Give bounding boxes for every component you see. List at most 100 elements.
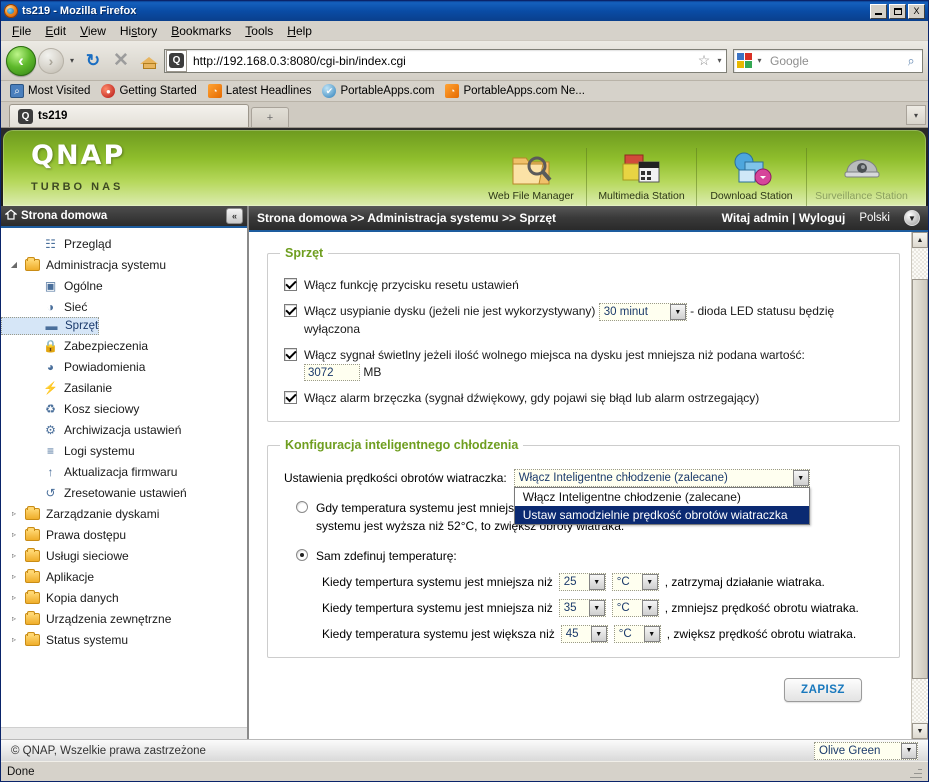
bookmark-portableapps-news[interactable]: ◔ PortableApps.com Ne... bbox=[441, 83, 588, 99]
menu-item-file[interactable]: FFileile bbox=[5, 22, 38, 40]
free-space-alert-checkbox[interactable] bbox=[284, 348, 297, 361]
sidebar-item-zarz-dzanie-dyskami[interactable]: ▹ Zarządzanie dyskami bbox=[1, 503, 247, 524]
expand-arrow-icon[interactable]: ◢ bbox=[9, 260, 19, 269]
tab-ts219[interactable]: Q ts219 bbox=[9, 104, 249, 127]
breadcrumb-path: Strona domowa >> Administracja systemu >… bbox=[257, 211, 556, 225]
temp-rule-value-select[interactable]: 45 ▼ bbox=[560, 625, 608, 644]
close-button[interactable]: X bbox=[908, 3, 925, 19]
firmware-update-icon: ↑ bbox=[47, 464, 54, 479]
url-input[interactable]: http://192.168.0.3:8080/cgi-bin/index.cg… bbox=[188, 54, 695, 68]
temp-rule-value-select[interactable]: 35 ▼ bbox=[558, 599, 606, 618]
bookmark-portableapps[interactable]: ✔ PortableApps.com bbox=[318, 83, 438, 99]
expand-arrow-icon[interactable]: ▹ bbox=[9, 593, 19, 602]
multimedia-icon bbox=[621, 148, 663, 188]
sidebar-item-administracja-systemu[interactable]: ◢ Administracja systemu bbox=[1, 254, 247, 275]
buzzer-checkbox[interactable] bbox=[284, 391, 297, 405]
sidebar-item-archiwizacja-ustawie[interactable]: ⚙ Archiwizacja ustawień bbox=[1, 419, 247, 440]
menu-item-view[interactable]: View bbox=[73, 22, 113, 40]
bookmark-most-visited[interactable]: ⌕ Most Visited bbox=[6, 83, 94, 99]
scrollbar-thumb[interactable] bbox=[912, 279, 928, 679]
sidebar-item-przegl-d[interactable]: ☷ Przegląd bbox=[1, 233, 247, 254]
temp-rule-prefix: Kiedy tempertura systemu jest mniejsza n… bbox=[322, 601, 553, 616]
forward-button[interactable]: › bbox=[38, 47, 64, 74]
scrollbar-track[interactable] bbox=[912, 249, 928, 722]
bookmark-getting-started[interactable]: ● Getting Started bbox=[97, 83, 200, 99]
bookmark-star-icon[interactable]: ☆ bbox=[695, 52, 713, 69]
sidebar-item-kopia-danych[interactable]: ▹ Kopia danych bbox=[1, 587, 247, 608]
app-download-station[interactable]: Download Station bbox=[696, 148, 806, 206]
disk-standby-select[interactable]: 30 minut ▼ bbox=[598, 303, 687, 321]
fan-speed-option-smart[interactable]: Włącz Inteligentne chłodzenie (zalecane) bbox=[515, 488, 809, 506]
menu-item-tools[interactable]: Tools bbox=[238, 22, 280, 40]
resize-grip[interactable] bbox=[910, 766, 922, 778]
sidebar-item-zabezpieczenia[interactable]: 🔒 Zabezpieczenia bbox=[1, 335, 247, 356]
search-input[interactable]: Google bbox=[766, 54, 900, 68]
user-greeting[interactable]: Witaj admin | Wyloguj bbox=[722, 211, 846, 225]
reset-button-checkbox[interactable] bbox=[284, 278, 297, 291]
temp-rule-value-select[interactable]: 25 ▼ bbox=[558, 573, 606, 592]
bookmark-latest-headlines[interactable]: ◔ Latest Headlines bbox=[204, 83, 316, 99]
sidebar-item-aktualizacja-firmwaru[interactable]: ↑ Aktualizacja firmwaru bbox=[1, 461, 247, 482]
temp-rule-unit-select[interactable]: °C ▼ bbox=[611, 573, 659, 592]
new-tab-button[interactable]: + bbox=[251, 107, 289, 127]
minimize-button[interactable] bbox=[870, 3, 887, 19]
sidebar-item-zresetowanie-ustawie[interactable]: ↺ Zresetowanie ustawień bbox=[1, 482, 247, 503]
reload-icon[interactable]: ↻ bbox=[80, 48, 106, 74]
sidebar-item-og-lne[interactable]: ▣ Ogólne bbox=[1, 275, 247, 296]
menu-item-bookmarks[interactable]: Bookmarks bbox=[164, 22, 238, 40]
stop-icon[interactable]: ✕ bbox=[108, 48, 134, 74]
home-icon[interactable] bbox=[136, 48, 162, 74]
menu-item-history[interactable]: History bbox=[113, 22, 164, 40]
disk-standby-checkbox[interactable] bbox=[284, 304, 297, 317]
app-web-file-manager[interactable]: Web File Manager bbox=[476, 148, 586, 206]
expand-arrow-icon[interactable]: ▹ bbox=[9, 572, 19, 581]
sidebar-item-kosz-sieciowy[interactable]: ♻ Kosz sieciowy bbox=[1, 398, 247, 419]
expand-arrow-icon[interactable]: ▹ bbox=[9, 614, 19, 623]
fan-speed-option-manual[interactable]: Ustaw samodzielnie prędkość obrotów wiat… bbox=[514, 506, 809, 525]
language-label[interactable]: Polski bbox=[859, 212, 890, 224]
history-dropdown-icon[interactable]: ▾ bbox=[66, 46, 78, 76]
sidebar-item-sprz-t[interactable]: ▬ Sprzęt bbox=[1, 317, 100, 335]
google-icon[interactable] bbox=[737, 53, 752, 68]
temp-rule-unit-select[interactable]: °C ▼ bbox=[613, 625, 661, 644]
back-button[interactable]: ‹ bbox=[6, 45, 36, 76]
scroll-down-button[interactable]: ▼ bbox=[912, 723, 928, 739]
sidebar-item-urz-dzenia-zewn-trzne[interactable]: ▹ Urządzenia zewnętrzne bbox=[1, 608, 247, 629]
fan-speed-select[interactable]: Włącz Inteligentne chłodzenie (zalecane)… bbox=[513, 469, 810, 488]
search-magnifier-icon[interactable]: ⌕ bbox=[899, 51, 923, 71]
temp-rule-unit-select[interactable]: °C ▼ bbox=[611, 599, 659, 618]
save-button[interactable]: ZAPISZ bbox=[784, 678, 862, 703]
sidebar-item-sie[interactable]: ◑ Sieć bbox=[1, 296, 247, 317]
mode-manual-radio[interactable] bbox=[296, 549, 308, 562]
sidebar-item-logi-systemu[interactable]: ≡ Logi systemu bbox=[1, 440, 247, 461]
url-bar[interactable]: Q http://192.168.0.3:8080/cgi-bin/index.… bbox=[164, 48, 727, 73]
list-all-tabs-icon[interactable]: ▾ bbox=[906, 105, 926, 125]
mode-auto-radio[interactable] bbox=[296, 501, 308, 514]
sidebar-item-us-ugi-sieciowe[interactable]: ▹ Usługi sieciowe bbox=[1, 545, 247, 566]
menu-item-help[interactable]: Help bbox=[280, 22, 319, 40]
sidebar-item-zasilanie[interactable]: ⚡ Zasilanie bbox=[1, 377, 247, 398]
maximize-button[interactable] bbox=[889, 3, 906, 19]
theme-select[interactable]: Olive Green ▼ bbox=[814, 741, 918, 760]
sidebar-item-powiadomienia[interactable]: ◕ Powiadomienia bbox=[1, 356, 247, 377]
url-dropdown-icon[interactable]: ▾ bbox=[713, 56, 726, 65]
content-scrollbar[interactable]: ▲ ▼ bbox=[911, 232, 928, 739]
expand-arrow-icon[interactable]: ▹ bbox=[9, 635, 19, 644]
sidebar-item-aplikacje[interactable]: ▹ Aplikacje bbox=[1, 566, 247, 587]
sidebar-item-label: Ogólne bbox=[64, 278, 103, 293]
expand-arrow-icon[interactable]: ▹ bbox=[9, 509, 19, 518]
sidebar-item-status-systemu[interactable]: ▹ Status systemu bbox=[1, 629, 247, 650]
search-bar[interactable]: ▾ Google ⌕ bbox=[733, 48, 923, 73]
free-space-input[interactable]: 3072 bbox=[304, 364, 360, 382]
sidebar-item-prawa-dost-pu[interactable]: ▹ Prawa dostępu bbox=[1, 524, 247, 545]
app-surveillance-station[interactable]: Surveillance Station bbox=[806, 148, 916, 206]
menu-item-edit[interactable]: Edit bbox=[38, 22, 73, 40]
expand-arrow-icon[interactable]: ▹ bbox=[9, 551, 19, 560]
app-multimedia-station[interactable]: Multimedia Station bbox=[586, 148, 696, 206]
globe-dropdown-icon[interactable]: ▼ bbox=[904, 210, 920, 226]
expand-arrow-icon[interactable]: ▹ bbox=[9, 530, 19, 539]
scroll-up-button[interactable]: ▲ bbox=[912, 232, 928, 248]
collapse-left-icon[interactable]: « bbox=[226, 208, 243, 224]
app-label: Web File Manager bbox=[488, 190, 574, 202]
search-engine-dropdown-icon[interactable]: ▾ bbox=[753, 56, 766, 65]
